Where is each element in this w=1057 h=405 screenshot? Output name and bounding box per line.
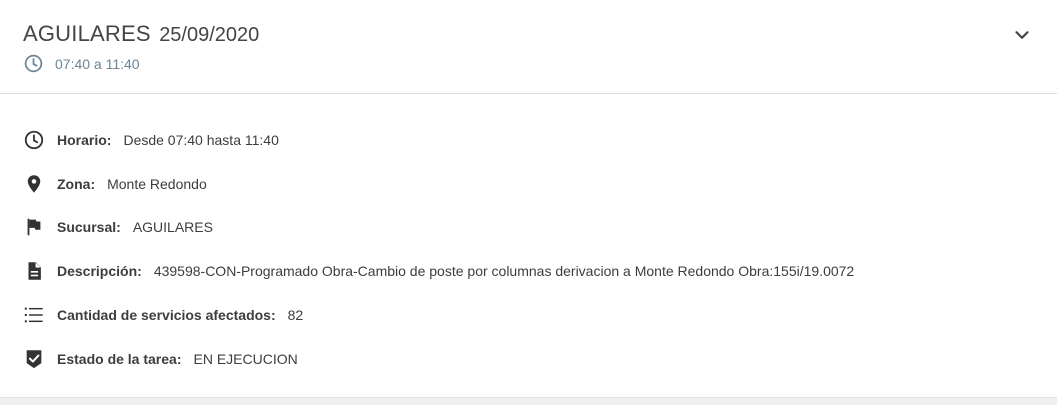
time-range: 07:40 a 11:40 [55,55,140,72]
verified-shield-icon [23,348,45,370]
time-summary: 07:40 a 11:40 [23,53,140,74]
detail-row-sucursal: Sucursal: AGUILARES [23,215,213,239]
card-title: AGUILARES 25/09/2020 [23,21,259,47]
detail-label: Descripción: [57,263,142,279]
detail-value: 82 [287,307,304,323]
detail-value: Desde 07:40 hasta 11:40 [123,132,279,148]
detail-label: Estado de la tarea: [57,351,182,367]
detail-value: EN EJECUCION [193,351,298,367]
card-header[interactable]: AGUILARES 25/09/2020 07:40 a 11:40 [0,0,1057,94]
document-icon [23,260,45,282]
location-pin-icon [23,173,45,195]
clock-icon [23,129,45,151]
task-date: 25/09/2020 [159,24,260,46]
detail-row-zona: Zona: Monte Redondo [23,172,207,196]
detail-value: Monte Redondo [107,176,207,192]
page-background [0,398,1057,405]
detail-label: Zona: [57,176,96,192]
detail-row-horario: Horario: Desde 07:40 hasta 11:40 [23,128,279,152]
branch-title: AGUILARES [23,21,151,46]
detail-row-cantidad: Cantidad de servicios afectados: 82 [23,303,303,327]
list-icon [23,304,45,326]
detail-label: Horario: [57,132,112,148]
flag-icon [23,216,45,238]
detail-row-descripcion: Descripción: 439598-CON-Programado Obra-… [23,259,854,283]
detail-value: 439598-CON-Programado Obra-Cambio de pos… [153,263,855,279]
collapse-toggle-button[interactable] [1011,24,1033,46]
task-card: AGUILARES 25/09/2020 07:40 a 11:40 Horar… [0,0,1057,398]
detail-label: Sucursal: [57,219,121,235]
clock-icon [23,53,44,74]
detail-label: Cantidad de servicios afectados: [57,307,276,323]
detail-row-estado: Estado de la tarea: EN EJECUCION [23,347,298,371]
chevron-down-icon [1011,24,1033,46]
detail-value: AGUILARES [132,219,213,235]
